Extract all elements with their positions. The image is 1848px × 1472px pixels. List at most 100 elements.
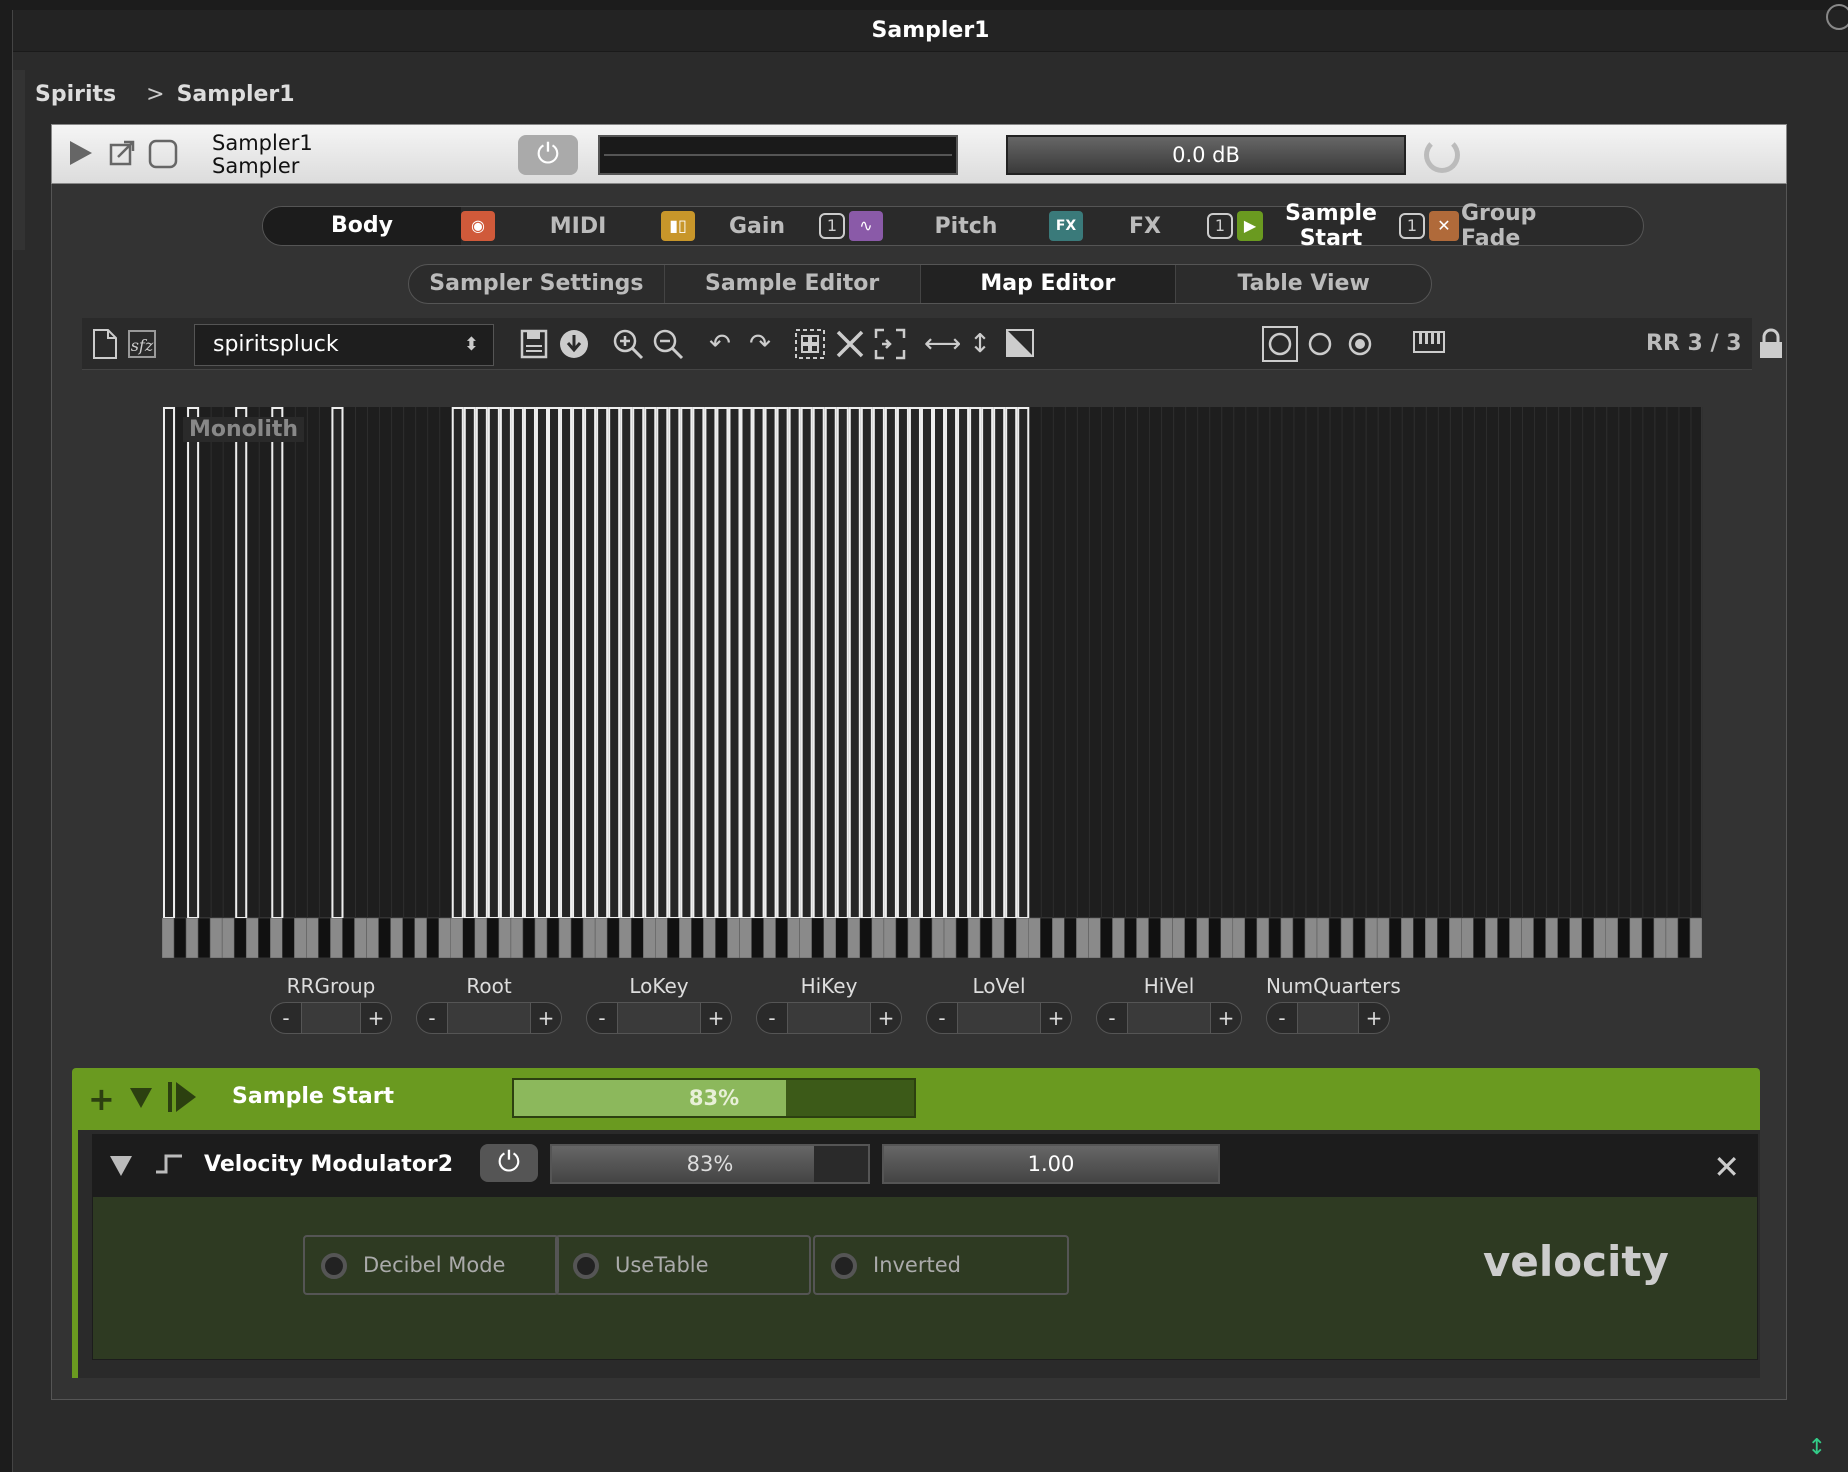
preset-selector[interactable]: spiritspluck ⬍ xyxy=(194,324,494,366)
decrement-icon[interactable]: - xyxy=(927,1006,957,1030)
sample-zone[interactable] xyxy=(1017,407,1030,919)
tab-map-editor[interactable]: Map Editor xyxy=(920,265,1177,303)
white-key[interactable] xyxy=(209,917,223,959)
tab-table-view[interactable]: Table View xyxy=(1176,265,1431,303)
black-key[interactable] xyxy=(1040,917,1053,959)
white-key[interactable] xyxy=(438,917,451,959)
white-key[interactable] xyxy=(1605,917,1619,959)
sample-zone[interactable] xyxy=(728,407,741,919)
play-icon[interactable] xyxy=(68,139,94,171)
download-icon[interactable] xyxy=(558,328,590,360)
white-key[interactable] xyxy=(1220,917,1234,959)
black-key[interactable] xyxy=(402,917,415,959)
black-key[interactable] xyxy=(955,917,969,959)
decrement-icon[interactable]: - xyxy=(417,1006,447,1030)
white-key[interactable] xyxy=(185,917,199,959)
white-key[interactable] xyxy=(787,917,800,959)
white-key[interactable] xyxy=(1160,917,1173,959)
white-key[interactable] xyxy=(1665,917,1679,959)
rrgroup-stepper[interactable]: - + xyxy=(270,1002,392,1034)
fold-checkbox[interactable] xyxy=(148,139,178,173)
black-key[interactable] xyxy=(1064,917,1077,959)
black-key[interactable] xyxy=(426,917,439,959)
root-stepper[interactable]: - + xyxy=(416,1002,562,1034)
delete-icon[interactable] xyxy=(834,328,866,360)
black-key[interactable] xyxy=(258,917,271,959)
gain-slider[interactable]: 0.0 dB xyxy=(1006,135,1406,175)
black-key[interactable] xyxy=(1328,917,1342,959)
sample-zone[interactable] xyxy=(656,407,669,919)
black-key[interactable] xyxy=(1533,917,1546,959)
chain-tab-pitch[interactable]: Pitch xyxy=(883,214,1049,239)
black-key[interactable] xyxy=(1003,917,1017,959)
decrement-icon[interactable]: - xyxy=(1267,1006,1297,1030)
white-key[interactable] xyxy=(703,917,716,959)
sample-zone[interactable] xyxy=(993,407,1006,919)
white-key[interactable] xyxy=(643,917,656,959)
increment-icon[interactable]: + xyxy=(701,1006,731,1030)
module-name[interactable]: Sampler1 xyxy=(212,132,313,155)
chain-tab-gain[interactable]: Gain xyxy=(695,214,819,239)
white-key[interactable] xyxy=(1076,917,1089,959)
white-key[interactable] xyxy=(1196,917,1209,959)
sample-zone[interactable] xyxy=(860,407,873,919)
sample-zone[interactable] xyxy=(945,407,958,919)
black-key[interactable] xyxy=(378,917,391,959)
sample-zone[interactable] xyxy=(872,407,885,919)
white-key[interactable] xyxy=(1088,917,1101,959)
white-key[interactable] xyxy=(390,917,403,959)
white-key[interactable] xyxy=(1593,917,1606,959)
root-value-field[interactable] xyxy=(447,1003,531,1033)
black-key[interactable] xyxy=(546,917,560,959)
numquarters-stepper[interactable]: - + xyxy=(1266,1002,1390,1034)
black-key[interactable] xyxy=(919,917,933,959)
sample-zone[interactable] xyxy=(572,407,585,919)
white-key[interactable] xyxy=(679,917,692,959)
decibel-mode-toggle[interactable]: Decibel Mode xyxy=(303,1235,559,1295)
sample-zone[interactable] xyxy=(920,407,933,919)
black-key[interactable] xyxy=(1124,917,1137,959)
black-key[interactable] xyxy=(1352,917,1366,959)
black-key[interactable] xyxy=(233,917,247,959)
sample-zone[interactable] xyxy=(523,407,536,919)
chain-tab-sample-start[interactable]: Sample Start xyxy=(1263,201,1399,251)
chain-tab-body[interactable]: Body xyxy=(263,207,461,245)
sample-zone[interactable] xyxy=(836,407,849,919)
rrgroup-value-field[interactable] xyxy=(301,1003,361,1033)
sample-zone[interactable] xyxy=(704,407,717,919)
white-key[interactable] xyxy=(294,917,307,959)
white-key[interactable] xyxy=(1052,917,1065,959)
sample-zone[interactable] xyxy=(884,407,897,919)
black-key[interactable] xyxy=(1208,917,1221,959)
white-key[interactable] xyxy=(847,917,861,959)
white-key[interactable] xyxy=(582,917,596,959)
white-key[interactable] xyxy=(594,917,608,959)
sample-zone[interactable] xyxy=(331,407,344,919)
select-all-icon[interactable] xyxy=(794,328,826,360)
tab-sampler-settings[interactable]: Sampler Settings xyxy=(409,265,665,303)
white-key[interactable] xyxy=(871,917,885,959)
white-key[interactable] xyxy=(1364,917,1378,959)
sample-map-grid[interactable] xyxy=(163,407,1703,919)
white-key[interactable] xyxy=(883,917,897,959)
rr-mode-outline-icon[interactable] xyxy=(1262,326,1298,362)
white-key[interactable] xyxy=(366,917,379,959)
chain-tab-group-fade[interactable]: Group Fade xyxy=(1459,201,1583,251)
sample-zone[interactable] xyxy=(957,407,970,919)
white-key[interactable] xyxy=(1304,917,1318,959)
increment-icon[interactable]: + xyxy=(531,1006,561,1030)
velocity-modulator-title[interactable]: Velocity Modulator2 xyxy=(204,1152,453,1177)
increment-icon[interactable]: + xyxy=(361,1006,391,1030)
sample-zone[interactable] xyxy=(764,407,777,919)
white-key[interactable] xyxy=(931,917,945,959)
lock-icon[interactable] xyxy=(1756,328,1786,360)
white-key[interactable] xyxy=(1569,917,1582,959)
sample-zone[interactable] xyxy=(632,407,645,919)
sample-zone[interactable] xyxy=(487,407,500,919)
sample-zone[interactable] xyxy=(824,407,837,919)
black-key[interactable] xyxy=(1581,917,1594,959)
white-key[interactable] xyxy=(763,917,776,959)
rr-mode-filled-icon[interactable] xyxy=(1344,328,1376,360)
decrement-icon[interactable]: - xyxy=(1097,1006,1127,1030)
white-key[interactable] xyxy=(1028,917,1041,959)
